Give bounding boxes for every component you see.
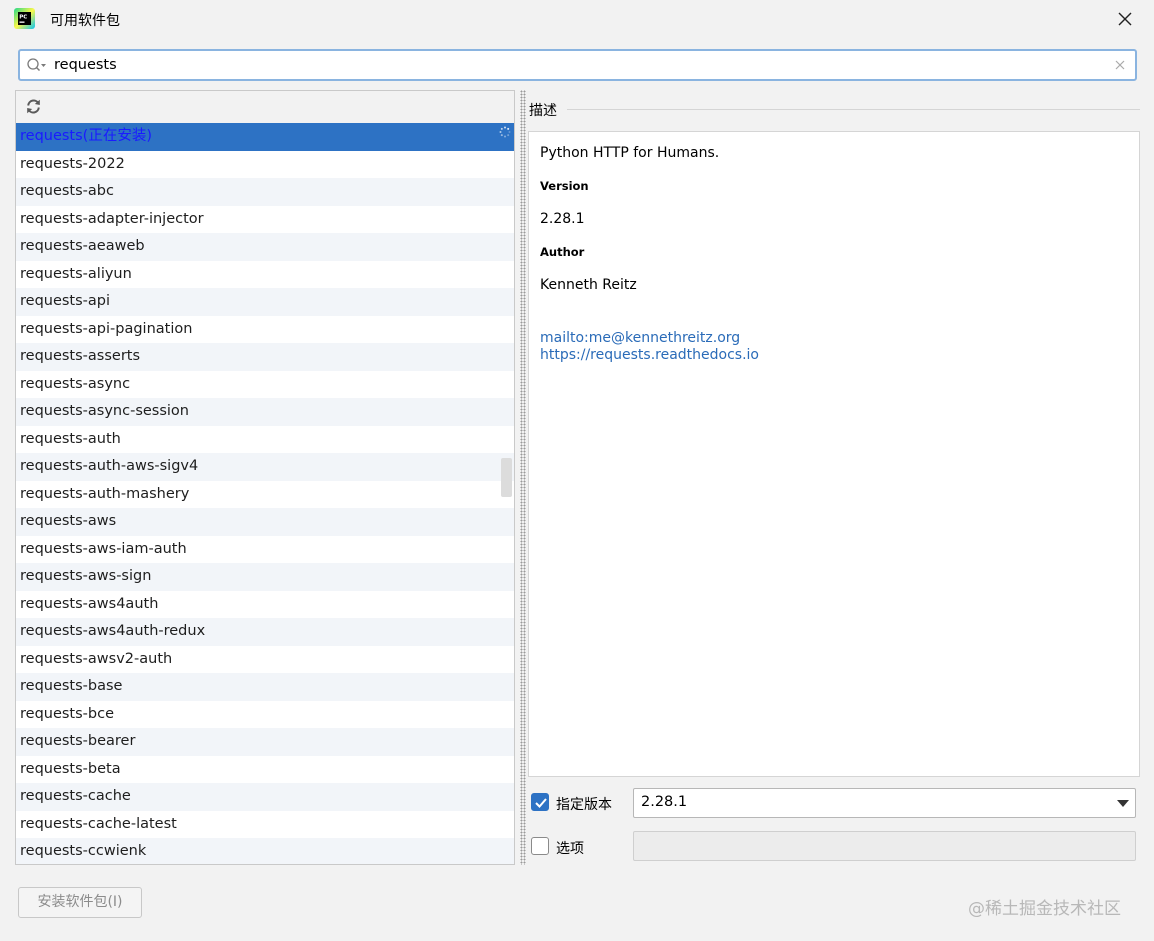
package-name: requests-ccwienk [20, 843, 147, 859]
version-selected-value: 2.28.1 [641, 794, 688, 810]
svg-text:PC: PC [19, 15, 27, 21]
package-name: requests-awsv2-auth [20, 650, 173, 667]
description-header: 描述 [529, 103, 557, 119]
options-label: 选项 [556, 841, 584, 857]
package-name: requests-base [20, 678, 123, 694]
package-row[interactable]: requests-auth [16, 426, 514, 454]
package-row[interactable]: requests-base [16, 673, 514, 701]
package-name: requests-api [20, 293, 111, 309]
package-row[interactable]: requests-aeaweb [16, 233, 514, 261]
author-label: Author [540, 245, 585, 259]
package-name: requests-cache-latest [20, 815, 177, 832]
search-input[interactable] [54, 55, 1094, 75]
package-row[interactable]: requests-async [16, 371, 514, 399]
package-name: requests-aws [20, 513, 117, 529]
checkmark-icon [535, 798, 547, 808]
package-name: requests-async [20, 375, 131, 392]
install-package-button[interactable]: 安装软件包(I) [18, 887, 142, 918]
package-name: requests(正在安装) [20, 128, 152, 144]
version-value: 2.28.1 [540, 211, 585, 227]
package-name: requests-auth-aws-sigv4 [20, 458, 199, 474]
package-name: requests-aliyun [20, 265, 132, 282]
package-name: requests-bce [20, 705, 115, 722]
package-name: requests-beta [20, 760, 121, 777]
description-divider [567, 109, 1140, 110]
package-row[interactable]: requests-awsv2-auth [16, 646, 514, 674]
package-name: requests-api-pagination [20, 320, 193, 337]
package-row[interactable]: requests-cache [16, 783, 514, 811]
package-row[interactable]: requests-api [16, 288, 514, 316]
refresh-icon[interactable] [25, 98, 42, 115]
package-name: requests-asserts [20, 348, 141, 364]
loading-spinner-icon [499, 126, 511, 138]
package-row[interactable]: requests-auth-aws-sigv4 [16, 453, 514, 481]
package-row[interactable]: requests-asserts [16, 343, 514, 371]
package-row[interactable]: requests-aliyun [16, 261, 514, 289]
list-toolbar [16, 91, 514, 123]
chevron-down-icon[interactable] [1117, 800, 1129, 808]
package-name: requests-adapter-injector [20, 210, 204, 227]
package-row[interactable]: requests-aws4auth-redux [16, 618, 514, 646]
package-name: requests-async-session [20, 403, 189, 419]
package-name: requests-2022 [20, 155, 125, 172]
package-name: requests-aeaweb [20, 238, 145, 254]
homepage-link[interactable]: https://requests.readthedocs.io [540, 347, 759, 363]
options-checkbox[interactable] [531, 837, 549, 855]
package-row[interactable]: requests-api-pagination [16, 316, 514, 344]
package-summary: Python HTTP for Humans. [540, 145, 720, 161]
package-list-panel: requests(正在安装) requests-2022 requests-abc r… [15, 90, 515, 865]
version-dropdown[interactable]: 2.28.1 [633, 788, 1136, 818]
title-bar: PC 可用软件包 [0, 0, 1154, 38]
search-field[interactable] [18, 49, 1137, 81]
specify-version-checkbox[interactable] [531, 793, 549, 811]
package-row[interactable]: requests-aws [16, 508, 514, 536]
options-field[interactable] [633, 831, 1136, 861]
clear-search-icon[interactable] [1114, 59, 1126, 71]
package-name: requests-abc [20, 183, 114, 199]
panel-splitter[interactable] [520, 90, 526, 865]
package-row[interactable]: requests-auth-mashery [16, 481, 514, 509]
author-value: Kenneth Reitz [540, 277, 637, 293]
close-icon[interactable] [1110, 4, 1140, 34]
available-packages-dialog: PC 可用软件包 requests requests(正在安装) request… [0, 0, 1154, 941]
package-name: requests-auth [20, 430, 121, 447]
package-row-selected[interactable]: requests(正在安装) [16, 123, 514, 151]
package-name: requests-bearer [20, 733, 136, 749]
pycharm-icon: PC [14, 8, 35, 29]
package-name: requests-auth-mashery [20, 485, 190, 502]
package-row[interactable]: requests-aws-iam-auth [16, 536, 514, 564]
package-row[interactable]: requests-bearer [16, 728, 514, 756]
window-title: 可用软件包 [50, 13, 120, 29]
version-label: Version [540, 179, 589, 193]
package-row[interactable]: requests-2022 [16, 151, 514, 179]
description-panel: Python HTTP for Humans. Version 2.28.1 A… [528, 131, 1140, 777]
package-row[interactable]: requests-aws4auth [16, 591, 514, 619]
list-scrollbar-thumb[interactable] [501, 458, 512, 497]
package-row[interactable]: requests-abc [16, 178, 514, 206]
package-row[interactable]: requests-adapter-injector [16, 206, 514, 234]
watermark: @稀土掘金技术社区 [968, 899, 1121, 919]
package-row[interactable]: requests-aws-sign [16, 563, 514, 591]
package-list[interactable]: requests(正在安装) requests-2022 requests-abc r… [16, 123, 514, 864]
specify-version-label: 指定版本 [556, 797, 612, 813]
author-email-link[interactable]: mailto:me@kennethreitz.org [540, 330, 740, 346]
package-name: requests-cache [20, 788, 131, 804]
package-name: requests-aws-iam-auth [20, 540, 187, 557]
package-row[interactable]: requests-async-session [16, 398, 514, 426]
search-icon[interactable] [26, 57, 48, 73]
package-name: requests-aws4auth-redux [20, 623, 206, 639]
package-row[interactable]: requests-cache-latest [16, 811, 514, 839]
package-name: requests-aws-sign [20, 568, 152, 584]
package-row[interactable]: requests-ccwienk [16, 838, 514, 864]
package-row[interactable]: requests-beta [16, 756, 514, 784]
package-name: requests-aws4auth [20, 595, 159, 612]
package-row[interactable]: requests-bce [16, 701, 514, 729]
